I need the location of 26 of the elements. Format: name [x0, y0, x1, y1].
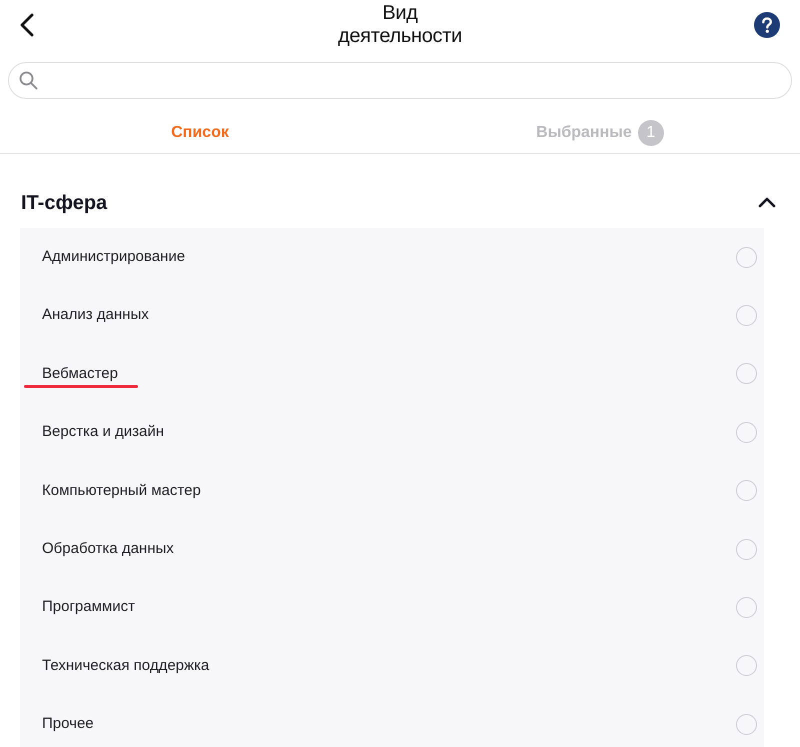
radio-button[interactable]	[736, 597, 757, 618]
list-item[interactable]: Администрирование	[20, 228, 764, 286]
list-item[interactable]: Прочее	[20, 695, 764, 747]
list-item[interactable]: Верстка и дизайн	[20, 403, 764, 462]
radio-button[interactable]	[736, 480, 757, 502]
list-item[interactable]: Анализ данных	[20, 286, 764, 345]
radio-button[interactable]	[736, 714, 757, 735]
section-header[interactable]: IT-сфера	[0, 154, 800, 228]
page-title: Вид деятельности	[336, 2, 463, 48]
radio-button[interactable]	[736, 538, 757, 560]
list-item[interactable]: Компьютерный мастер	[20, 462, 764, 520]
count-badge: 1	[638, 120, 664, 146]
back-chevron-icon	[20, 13, 34, 37]
radio-button[interactable]	[736, 246, 757, 268]
list-item[interactable]: Техническая поддержка	[20, 636, 764, 696]
radio-button[interactable]	[736, 422, 757, 443]
radio-button[interactable]	[736, 305, 757, 326]
list-item[interactable]: Обработка данных	[20, 520, 764, 578]
list-item[interactable]: Вебмастер	[20, 344, 764, 404]
help-icon	[754, 12, 780, 38]
search-icon	[19, 71, 38, 90]
search-field[interactable]	[8, 62, 792, 99]
radio-button[interactable]	[736, 655, 757, 676]
radio-button[interactable]	[736, 363, 757, 384]
list-item[interactable]: Программист	[20, 578, 764, 637]
help-button[interactable]	[754, 12, 780, 38]
